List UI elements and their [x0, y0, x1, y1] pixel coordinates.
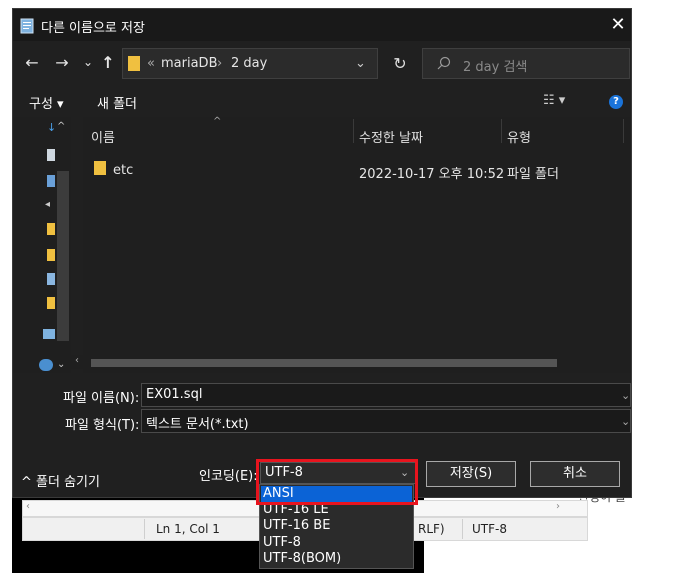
filename-label: 파일 이름(N): — [63, 391, 140, 406]
back-button[interactable]: ← — [21, 52, 43, 74]
address-dropdown-icon[interactable]: ⌄ — [355, 56, 366, 71]
folder-icon[interactable] — [47, 223, 55, 235]
title-bar: 다른 이름으로 저장 ✕ — [13, 9, 631, 41]
column-header-name[interactable]: 이름 — [91, 127, 115, 146]
breadcrumb-item[interactable]: 2 day — [231, 56, 267, 71]
folder-icon — [128, 56, 140, 71]
up-button[interactable]: ↑ — [97, 52, 119, 74]
image-icon[interactable] — [47, 175, 55, 187]
scroll-left-icon[interactable]: ‹ — [26, 501, 30, 512]
column-header-modified[interactable]: 수정한 날짜 — [359, 127, 423, 146]
column-divider[interactable] — [501, 119, 502, 143]
cancel-button[interactable]: 취소 — [530, 461, 620, 487]
help-button[interactable]: ? — [609, 95, 623, 109]
forward-button[interactable]: → — [51, 52, 73, 74]
scroll-up-icon[interactable]: ^ — [57, 121, 65, 132]
column-header-type[interactable]: 유형 — [507, 127, 531, 146]
music-icon[interactable]: ◂ — [45, 199, 50, 210]
column-divider[interactable] — [353, 119, 354, 143]
filetype-dropdown-icon[interactable]: ⌄ — [621, 415, 630, 428]
encoding-label: 인코딩(E): — [199, 469, 258, 484]
this-pc-icon[interactable] — [43, 329, 55, 339]
scroll-left-icon[interactable]: ‹ — [75, 355, 79, 366]
notepad-icon — [20, 18, 34, 34]
quick-access-icon[interactable]: ↓ — [47, 121, 56, 134]
address-bar[interactable]: « mariaDB › 2 day ⌄ — [122, 48, 378, 79]
search-icon — [437, 56, 451, 70]
hide-folders-button[interactable]: ^ 폴더 숨기기 — [21, 471, 100, 490]
breadcrumb-item[interactable]: mariaDB — [161, 56, 217, 71]
folder-icon — [94, 161, 106, 175]
view-options-button[interactable]: ☷ ▾ — [543, 93, 565, 108]
search-placeholder: 2 day 검색 — [463, 60, 528, 75]
refresh-button[interactable]: ↻ — [387, 48, 413, 79]
breadcrumb-arrow[interactable]: › — [217, 56, 222, 71]
encoding-option[interactable]: UTF-16 BE — [261, 518, 412, 534]
filename-input[interactable]: EX01.sql — [141, 383, 631, 407]
filetype-select[interactable]: 텍스트 문서(*.txt) — [141, 409, 631, 433]
dialog-title: 다른 이름으로 저장 — [41, 21, 145, 36]
breadcrumb-overflow[interactable]: « — [147, 56, 155, 71]
folder-icon[interactable] — [47, 297, 55, 309]
recent-locations-button[interactable]: ⌄ — [77, 51, 99, 73]
encoding-option[interactable]: UTF-8(BOM) — [261, 551, 412, 567]
save-as-dialog: 다른 이름으로 저장 ✕ ← → ⌄ ↑ « mariaDB › 2 day ⌄… — [12, 8, 632, 498]
file-list — [83, 117, 631, 373]
filetype-label: 파일 형식(T): — [65, 418, 140, 433]
document-icon[interactable] — [47, 149, 55, 161]
encoding-option[interactable]: UTF-8 — [261, 535, 412, 551]
scrollbar-thumb[interactable] — [91, 359, 557, 367]
scroll-right-icon[interactable]: › — [556, 501, 560, 512]
sort-indicator-icon: ^ — [213, 116, 222, 127]
nav-expand-icon[interactable]: ⌄ — [57, 359, 65, 370]
file-modified: 2022-10-17 오후 10:52 — [359, 167, 505, 182]
file-type: 파일 폴더 — [507, 167, 559, 182]
highlight-box — [256, 459, 418, 505]
status-divider — [144, 519, 145, 539]
organize-button[interactable]: 구성 ▾ — [29, 93, 64, 112]
nav-pane-scrollbar[interactable] — [57, 171, 69, 341]
close-button[interactable]: ✕ — [605, 11, 631, 39]
search-box[interactable]: 2 day 검색 — [422, 48, 630, 79]
folder-icon[interactable] — [47, 249, 55, 261]
status-position: Ln 1, Col 1 — [156, 522, 220, 536]
network-drive-icon[interactable] — [39, 359, 53, 371]
network-icon[interactable] — [47, 273, 55, 285]
status-line-ending: RLF) — [418, 522, 445, 536]
filename-dropdown-icon[interactable]: ⌄ — [621, 389, 630, 402]
status-divider — [462, 519, 463, 539]
file-name[interactable]: etc — [113, 163, 133, 178]
save-button[interactable]: 저장(S) — [426, 461, 516, 487]
column-divider[interactable] — [623, 119, 624, 143]
status-encoding: UTF-8 — [472, 522, 507, 536]
new-folder-button[interactable]: 새 폴더 — [97, 93, 137, 112]
